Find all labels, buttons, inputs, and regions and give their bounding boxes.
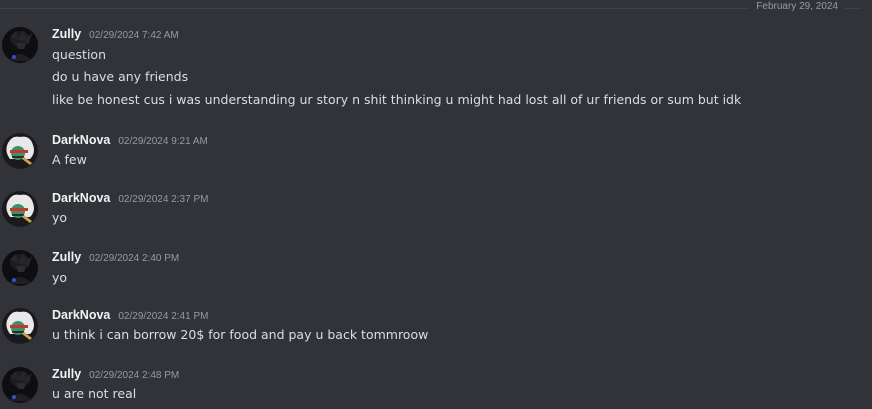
avatar-darknova-icon[interactable] bbox=[2, 191, 38, 227]
message-text: like be honest cus i was understanding u… bbox=[52, 92, 742, 107]
message-timestamp: 02/29/2024 9:21 AM bbox=[118, 136, 208, 147]
message-text: question bbox=[52, 47, 107, 62]
message-timestamp: 02/29/2024 2:41 PM bbox=[118, 311, 209, 322]
message-timestamp: 02/29/2024 2:37 PM bbox=[118, 194, 209, 205]
message-author[interactable]: Zully bbox=[52, 27, 81, 41]
message-text: yo bbox=[52, 270, 68, 285]
avatar-zully-icon[interactable] bbox=[2, 27, 38, 63]
date-divider bbox=[0, 8, 862, 9]
message-author[interactable]: DarkNova bbox=[52, 308, 110, 322]
message-author[interactable]: DarkNova bbox=[52, 133, 110, 147]
message-author[interactable]: DarkNova bbox=[52, 191, 110, 205]
message-author[interactable]: Zully bbox=[52, 250, 81, 264]
message-timestamp: 02/29/2024 7:42 AM bbox=[89, 30, 179, 41]
avatar-zully-icon[interactable] bbox=[2, 367, 38, 403]
message-author[interactable]: Zully bbox=[52, 367, 81, 381]
message-text: u think i can borrow 20$ for food and pa… bbox=[52, 327, 429, 342]
avatar-darknova-icon[interactable] bbox=[2, 133, 38, 169]
message-text: yo bbox=[52, 210, 68, 225]
avatar-zully-icon[interactable] bbox=[2, 250, 38, 286]
chat-message-list: February 29, 2024 Zully 02/29/2024 7:42 … bbox=[0, 0, 872, 409]
message-text: A few bbox=[52, 152, 87, 167]
message-timestamp: 02/29/2024 2:40 PM bbox=[89, 253, 180, 264]
avatar-darknova-icon[interactable] bbox=[2, 308, 38, 344]
message-text: do u have any friends bbox=[52, 69, 189, 84]
date-divider-label: February 29, 2024 bbox=[750, 0, 844, 14]
message-text: u are not real bbox=[52, 386, 137, 401]
message-timestamp: 02/29/2024 2:48 PM bbox=[89, 370, 180, 381]
